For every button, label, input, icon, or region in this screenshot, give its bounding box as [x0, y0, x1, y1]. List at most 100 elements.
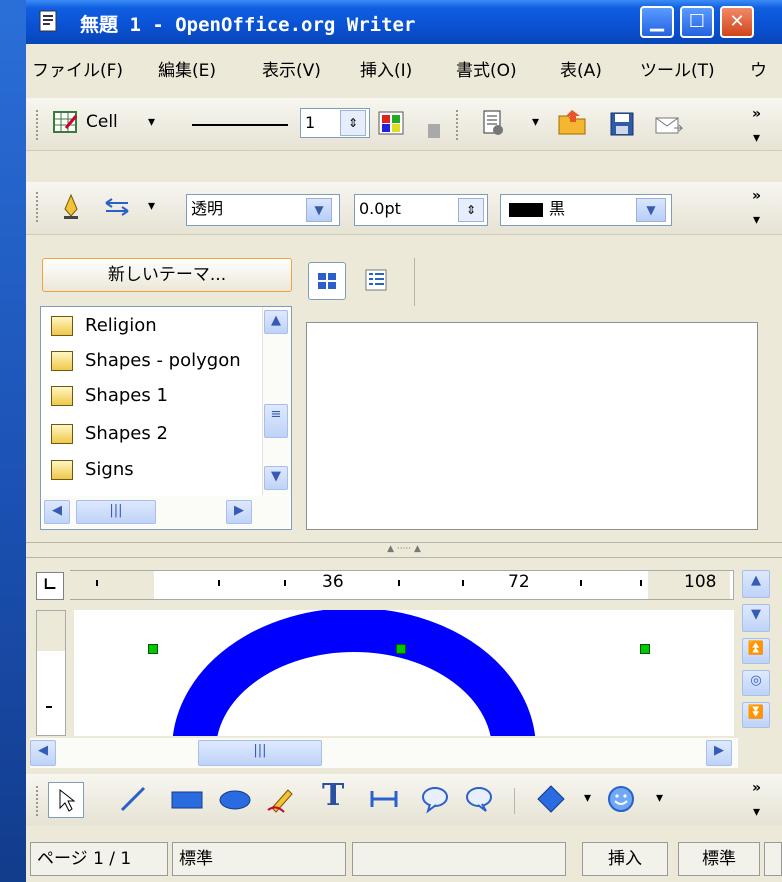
- drawbar-overflow-arrow-icon[interactable]: ▾: [753, 804, 760, 820]
- callout-tool-icon[interactable]: [420, 784, 450, 814]
- ruler-tick: 36: [322, 572, 344, 592]
- document-page[interactable]: [74, 608, 734, 751]
- toolbar-grip[interactable]: [36, 192, 42, 222]
- tab-stop-selector-icon[interactable]: ∟: [36, 572, 64, 600]
- scroll-right-icon[interactable]: ▶: [226, 500, 252, 524]
- selection-handle[interactable]: [148, 644, 158, 654]
- connector-tool-icon[interactable]: [368, 786, 402, 812]
- gallery-preview-area[interactable]: [306, 322, 758, 530]
- area-style-dropdown-icon[interactable]: ▼: [306, 198, 332, 222]
- border-width-spinner[interactable]: ⇕: [458, 198, 484, 222]
- symbol-dropdown-icon[interactable]: ▾: [656, 790, 663, 806]
- ruler-mark: [640, 580, 642, 586]
- text-tool-icon[interactable]: T: [322, 778, 344, 813]
- line-style-preview[interactable]: [192, 124, 288, 126]
- next-page-icon[interactable]: ⏬: [742, 702, 770, 728]
- theme-label: Shapes 2: [85, 423, 168, 444]
- menu-table[interactable]: 表(A): [560, 56, 602, 81]
- toolbar2-overflow-arrow-icon[interactable]: ▾: [753, 212, 760, 228]
- close-button[interactable]: ✕: [720, 6, 754, 38]
- line-pen-icon[interactable]: [58, 192, 84, 222]
- line-color-dropdown-icon[interactable]: ▼: [636, 198, 666, 222]
- list-item[interactable]: Shapes 1: [51, 379, 168, 413]
- callout-variant-icon[interactable]: [464, 784, 494, 814]
- detail-view-button[interactable]: [360, 262, 398, 300]
- insert-mode[interactable]: 挿入: [582, 842, 668, 876]
- toolbar2-overflow-icon[interactable]: »: [752, 188, 761, 204]
- cell-dropdown-icon[interactable]: ▾: [148, 114, 155, 130]
- new-dropdown-icon[interactable]: ▾: [532, 114, 539, 130]
- menu-format[interactable]: 書式(O): [456, 56, 517, 81]
- ellipse-tool-icon[interactable]: [218, 788, 252, 812]
- toolbar1-overflow-icon[interactable]: »: [752, 106, 761, 122]
- minimize-button[interactable]: ▁: [640, 6, 674, 38]
- menu-insert[interactable]: 挿入(I): [360, 56, 412, 81]
- selection-handle[interactable]: [396, 644, 406, 654]
- drawbar-overflow-icon[interactable]: »: [752, 780, 761, 796]
- ruler-mark: [462, 580, 464, 586]
- cell-label[interactable]: Cell: [86, 112, 118, 132]
- list-item[interactable]: Shapes - polygon: [51, 344, 259, 378]
- line-tool-icon[interactable]: [118, 784, 148, 814]
- toolbar-separator-handle[interactable]: [428, 124, 440, 138]
- menu-tools[interactable]: ツール(T): [640, 56, 715, 81]
- horizontal-ruler[interactable]: [70, 570, 734, 600]
- list-item[interactable]: Religion: [51, 309, 157, 343]
- page-indicator[interactable]: ページ 1 / 1: [30, 842, 168, 876]
- email-document-icon[interactable]: [654, 112, 684, 138]
- ruler-mark: [46, 706, 52, 708]
- menu-window[interactable]: ウ: [750, 56, 767, 81]
- border-color-icon[interactable]: [376, 108, 406, 138]
- navigator-icon[interactable]: ◎: [742, 670, 770, 696]
- selection-handle[interactable]: [640, 644, 650, 654]
- folder-icon: [51, 351, 73, 371]
- list-item[interactable]: Signs: [51, 453, 134, 487]
- arrow-style-dropdown-icon[interactable]: ▾: [148, 198, 155, 214]
- toolbar-grip[interactable]: [36, 110, 42, 140]
- toolbar-grip[interactable]: [456, 110, 462, 140]
- arrow-style-icon[interactable]: [102, 194, 132, 220]
- language-cell[interactable]: [352, 842, 566, 876]
- freeform-pencil-icon[interactable]: [266, 784, 296, 814]
- menu-view[interactable]: 表示(V): [262, 56, 321, 81]
- splitter-bar[interactable]: ▲ ····· ▲: [26, 542, 782, 558]
- select-arrow-icon[interactable]: [48, 782, 84, 818]
- doc-horizontal-scrollbar[interactable]: [30, 738, 738, 768]
- ruler-mark: [218, 580, 220, 586]
- list-item[interactable]: Shapes 2: [51, 417, 168, 451]
- line-color-value: 黒: [549, 199, 566, 218]
- new-document-icon[interactable]: [478, 108, 508, 138]
- menu-edit[interactable]: 編集(E): [158, 56, 216, 81]
- horizontal-scroll-thumb[interactable]: |||: [76, 500, 156, 524]
- ruler-tick: 72: [508, 572, 530, 592]
- doc-scroll-left-icon[interactable]: ◀: [30, 740, 56, 766]
- doc-scroll-right-icon[interactable]: ▶: [706, 740, 732, 766]
- maximize-button[interactable]: ☐: [680, 6, 714, 38]
- scroll-thumb[interactable]: ≡: [264, 404, 288, 438]
- table-icon[interactable]: [52, 108, 80, 136]
- save-disk-icon[interactable]: [608, 110, 636, 138]
- doc-horizontal-scroll-thumb[interactable]: |||: [198, 740, 322, 766]
- previous-page-icon[interactable]: ⏫: [742, 638, 770, 664]
- folder-icon: [51, 316, 73, 336]
- area-style-value: 透明: [191, 199, 224, 218]
- toolbar-separator: [514, 788, 515, 814]
- shapes-dropdown-icon[interactable]: ▾: [584, 790, 591, 806]
- page-style[interactable]: 標準: [172, 842, 346, 876]
- new-theme-button[interactable]: 新しいテーマ...: [42, 258, 292, 292]
- menu-file[interactable]: ファイル(F): [32, 56, 123, 81]
- doc-scroll-up-icon[interactable]: ▲: [742, 570, 770, 598]
- line-width-spinner[interactable]: ⇕: [340, 110, 366, 136]
- doc-scroll-down-icon[interactable]: ▼: [742, 604, 770, 632]
- toolbar1-overflow-arrow-icon[interactable]: ▾: [753, 130, 760, 146]
- scroll-up-icon[interactable]: ▲: [264, 310, 288, 334]
- scroll-left-icon[interactable]: ◀: [44, 500, 70, 524]
- selection-mode[interactable]: 標準: [678, 842, 760, 876]
- rectangle-tool-icon[interactable]: [170, 788, 204, 812]
- icon-view-button[interactable]: [308, 262, 346, 300]
- scroll-down-icon[interactable]: ▼: [264, 466, 288, 490]
- basic-shapes-diamond-icon[interactable]: [536, 784, 566, 814]
- toolbar-grip[interactable]: [36, 786, 42, 816]
- open-folder-icon[interactable]: [556, 106, 588, 138]
- symbol-shapes-smiley-icon[interactable]: [606, 784, 636, 814]
